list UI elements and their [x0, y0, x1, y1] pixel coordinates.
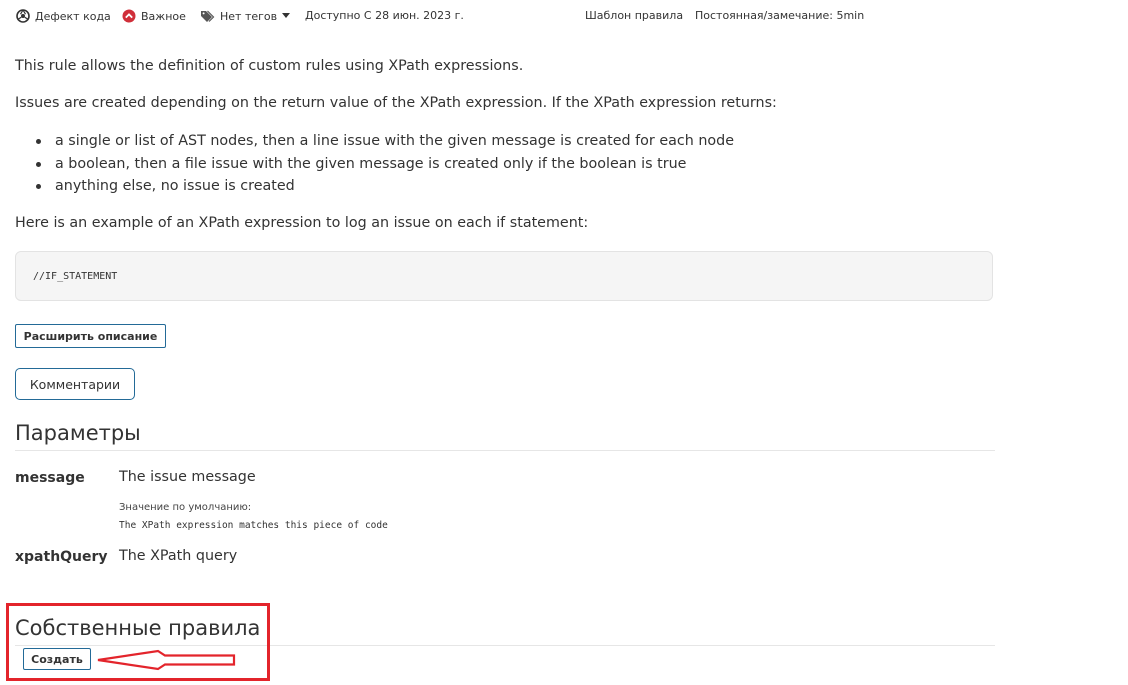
tags-label: Нет тегов [220, 9, 278, 23]
comments-button[interactable]: Комментарии [15, 368, 135, 400]
available-since: Доступно С 28 июн. 2023 г. [305, 9, 464, 22]
param-name: xpathQuery [15, 549, 108, 565]
param-description: The issue message [119, 469, 256, 485]
rule-severity-label: Важное [141, 9, 186, 23]
list-item: a boolean, then a file issue with the gi… [36, 154, 734, 177]
description-list: a single or list of AST nodes, then a li… [36, 131, 734, 199]
code-example: //IF_STATEMENT [15, 251, 993, 301]
param-default-label: Значение по умолчанию: [119, 502, 252, 513]
tags-icon [200, 9, 215, 23]
param-default-value: The XPath expression matches this piece … [119, 520, 388, 531]
rule-template: Шаблон правила [585, 9, 683, 22]
list-item: a single or list of AST nodes, then a li… [36, 131, 734, 154]
expand-description-button[interactable]: Расширить описание [15, 324, 166, 348]
bug-icon [16, 9, 30, 23]
param-name: message [15, 470, 85, 486]
remediation-effort: Постоянная/замечание: 5min [695, 9, 864, 22]
description-paragraph: Here is an example of an XPath expressio… [15, 215, 589, 231]
rule-type-label: Дефект кода [35, 9, 111, 23]
caret-down-icon [282, 13, 291, 19]
rule-type: Дефект кода [16, 9, 111, 23]
annotation-arrow-icon [97, 649, 236, 671]
rule-severity: Важное [122, 9, 186, 23]
param-description: The XPath query [119, 548, 238, 564]
parameters-heading: Параметры [15, 421, 141, 445]
description-paragraph: This rule allows the definition of custo… [15, 58, 524, 74]
tags-dropdown[interactable]: Нет тегов [200, 9, 291, 23]
rule-template-label: Шаблон правила [585, 9, 684, 22]
description-paragraph: Issues are created depending on the retu… [15, 95, 777, 111]
available-since-label: Доступно С 28 июн. 2023 г. [305, 9, 464, 22]
list-item: anything else, no issue is created [36, 176, 734, 199]
remediation-effort-label: Постоянная/замечание: 5min [695, 9, 865, 22]
divider [15, 450, 995, 451]
severity-major-icon [122, 9, 136, 23]
code-text: //IF_STATEMENT [33, 271, 118, 282]
rule-meta-bar: Дефект кода Важное Нет тегов Доступно С … [16, 9, 1116, 29]
